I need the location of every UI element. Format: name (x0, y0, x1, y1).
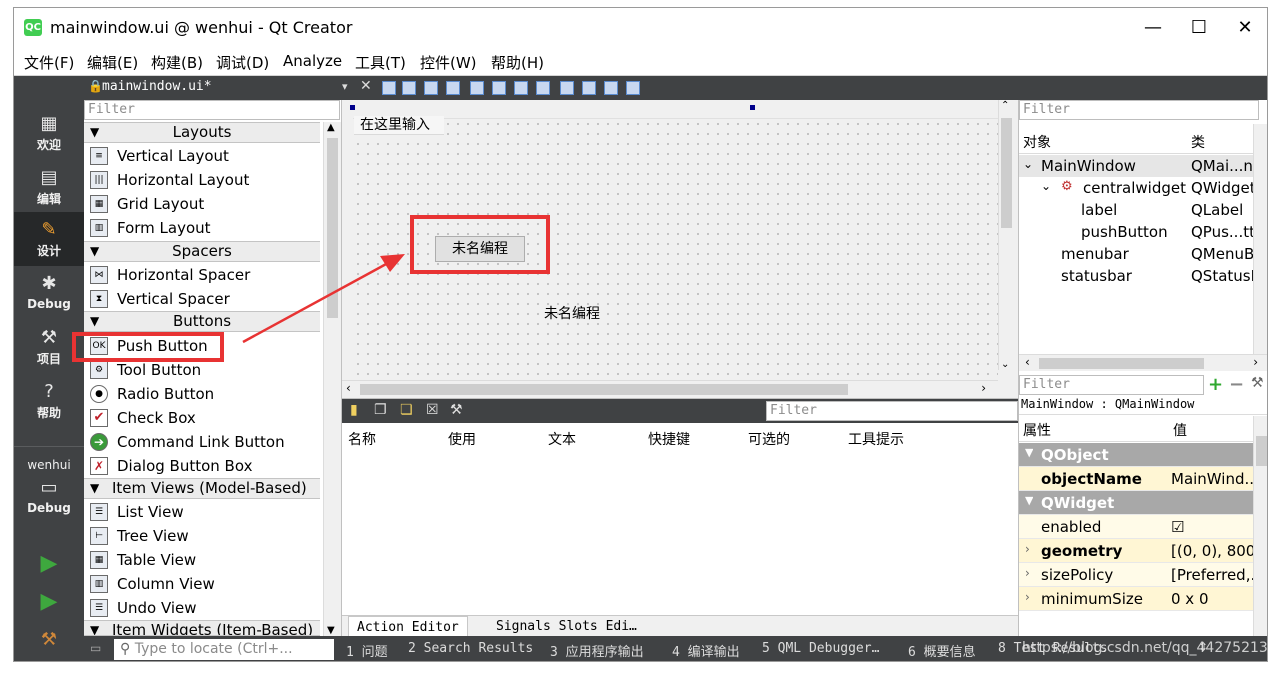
annotation-arrow-head (380, 254, 405, 272)
watermark: https://blog.csdn.net/qq_44275213 (1022, 640, 1268, 656)
annotation-arrow (242, 254, 405, 344)
annotation-arrow-line (242, 261, 389, 344)
